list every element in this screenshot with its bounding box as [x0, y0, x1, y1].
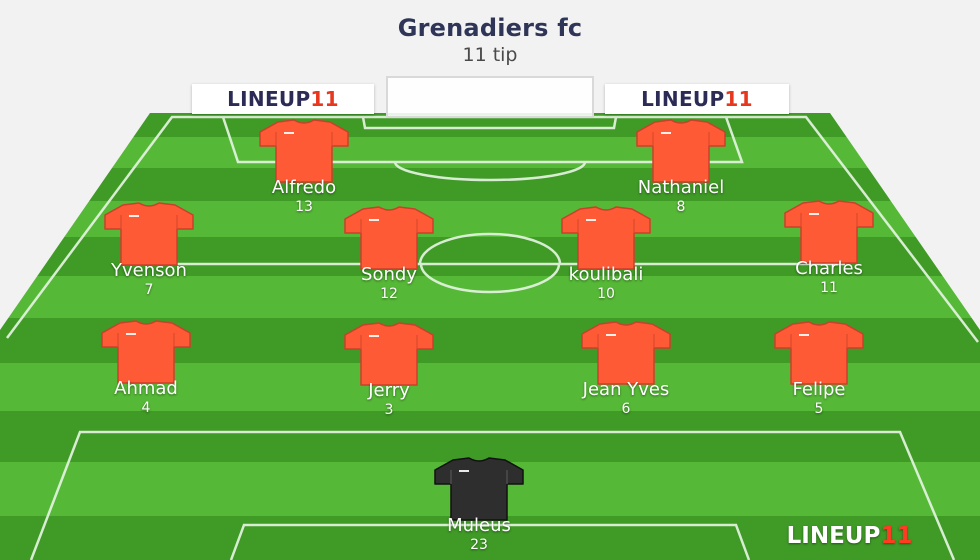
player-number: 5	[814, 401, 824, 417]
player-charles[interactable]: Charles 11	[754, 199, 904, 297]
player-nathaniel[interactable]: Nathaniel 8	[606, 118, 756, 216]
jersey-icon	[341, 205, 437, 271]
jersey-icon	[771, 320, 867, 386]
jersey-icon	[558, 205, 654, 271]
player-name: Ahmad	[114, 378, 178, 399]
jersey-icon	[578, 320, 674, 386]
lineup11-logo-left: LINEUP11	[192, 84, 374, 114]
player-number: 10	[597, 286, 615, 302]
player-number: 23	[470, 537, 488, 553]
player-number: 3	[384, 402, 394, 418]
player-jean-yves[interactable]: Jean Yves 6	[551, 320, 701, 418]
player-ahmad[interactable]: Ahmad 4	[71, 319, 221, 417]
player-alfredo[interactable]: Alfredo 13	[229, 118, 379, 216]
player-name: Charles	[795, 258, 863, 279]
player-name: Nathaniel	[637, 177, 725, 198]
jersey-icon	[633, 118, 729, 184]
player-name: koulibali	[568, 264, 644, 285]
player-name: Muleus	[447, 515, 511, 536]
player-number: 11	[820, 280, 838, 296]
jersey-icon	[341, 321, 437, 387]
player-sondy[interactable]: Sondy 12	[314, 205, 464, 303]
player-name: Jerry	[368, 380, 410, 401]
player-yvenson[interactable]: Yvenson 7	[74, 201, 224, 299]
lineup11-logo-bottom: LINEUP11	[786, 523, 913, 549]
player-felipe[interactable]: Felipe 5	[744, 320, 894, 418]
goalkeeper-jersey-icon	[431, 456, 527, 522]
jersey-icon	[101, 201, 197, 267]
jersey-icon	[98, 319, 194, 385]
player-jerry[interactable]: Jerry 3	[314, 321, 464, 419]
player-name: Sondy	[361, 264, 417, 285]
player-number: 7	[144, 282, 154, 298]
player-koulibali[interactable]: koulibali 10	[531, 205, 681, 303]
lineup11-logo-right: LINEUP11	[605, 84, 789, 114]
player-muleus-goalkeeper[interactable]: Muleus 23	[404, 456, 554, 554]
jersey-icon	[256, 118, 352, 184]
goal-frame	[386, 76, 594, 118]
player-name: Yvenson	[111, 260, 187, 281]
player-number: 4	[141, 400, 151, 416]
player-name: Alfredo	[271, 177, 337, 198]
player-name: Felipe	[792, 379, 846, 400]
player-name: Jean Yves	[582, 379, 670, 400]
player-number: 12	[380, 286, 398, 302]
jersey-icon	[781, 199, 877, 265]
player-number: 6	[621, 401, 631, 417]
